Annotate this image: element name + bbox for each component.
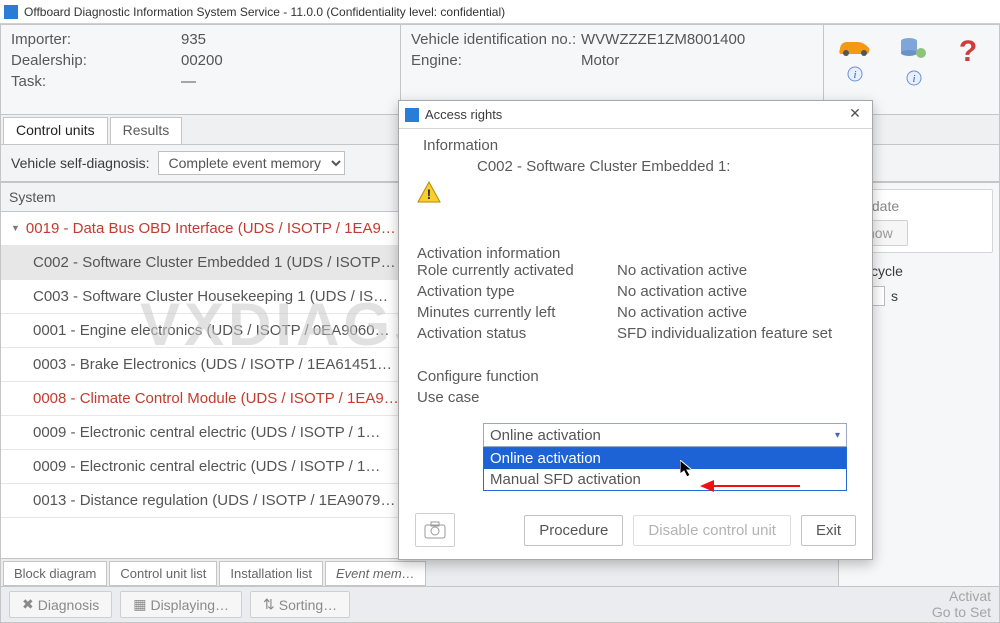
disable-cu-button: Disable control unit (633, 515, 791, 546)
importer-value: 935 (181, 31, 390, 48)
astatus-label: Activation status (417, 325, 617, 342)
information-line: C002 - Software Cluster Embedded 1: (477, 158, 854, 175)
atype-value: No activation active (617, 283, 854, 300)
cycle-label: cycle (871, 263, 903, 279)
cross-icon: ✖ (22, 596, 34, 613)
engine-label: Engine: (411, 52, 581, 69)
role-value: No activation active (617, 262, 854, 279)
sorting-button[interactable]: ⇅ Sorting… (250, 591, 350, 618)
role-label: Role currently activated (417, 262, 617, 279)
car-icon[interactable] (837, 35, 873, 60)
dealership-label: Dealership: (11, 52, 181, 69)
activation-section: Activation information Role currently ac… (399, 215, 872, 350)
displaying-button[interactable]: ▦ Displaying… (120, 591, 242, 618)
database-icon[interactable] (899, 35, 929, 64)
camera-icon (424, 521, 446, 539)
tab-installation-list[interactable]: Installation list (219, 561, 323, 586)
mins-value: No activation active (617, 304, 854, 321)
titlebar: Offboard Diagnostic Information System S… (0, 0, 1000, 24)
diagnosis-button[interactable]: ✖ Diagnosis (9, 591, 112, 618)
cycle-unit: s (891, 288, 898, 304)
red-arrow-annotation (700, 476, 790, 496)
screenshot-button[interactable] (415, 513, 455, 547)
engine-value: Motor (581, 52, 813, 69)
close-icon[interactable]: ✕ (844, 105, 866, 125)
vin-label: Vehicle identification no.: (411, 31, 581, 48)
activation-header: Activation information (417, 245, 854, 262)
svg-text:i: i (913, 73, 916, 85)
help-icon[interactable]: ? (956, 35, 986, 70)
procedure-button[interactable]: Procedure (524, 515, 623, 546)
exit-button[interactable]: Exit (801, 515, 856, 546)
task-value: — (181, 73, 390, 90)
tab-block-diagram[interactable]: Block diagram (3, 561, 107, 586)
task-label: Task: (11, 73, 181, 90)
dialog-info-section: Information C002 - Software Cluster Embe… (399, 129, 872, 215)
footer-bar: ✖ Diagnosis ▦ Displaying… ⇅ Sorting… Act… (1, 586, 999, 622)
self-diagnosis-label: Vehicle self-diagnosis: (11, 155, 150, 171)
svg-text:?: ? (959, 35, 977, 67)
mins-label: Minutes currently left (417, 304, 617, 321)
configure-header: Configure function (417, 368, 854, 385)
access-rights-dialog: Access rights ✕ Information C002 - Softw… (398, 100, 873, 560)
info-icon[interactable]: i (847, 66, 863, 85)
vin-value: WVWZZZE1ZM8001400 (581, 31, 813, 48)
tab-control-units[interactable]: Control units (3, 117, 108, 144)
dialog-app-icon (405, 108, 419, 122)
importer-label: Importer: (11, 31, 181, 48)
usecase-selected: Online activation (490, 427, 601, 444)
tab-event-memory[interactable]: Event mem… (325, 561, 426, 586)
dialog-footer: Procedure Disable control unit Exit (399, 513, 872, 547)
tab-control-unit-list[interactable]: Control unit list (109, 561, 217, 586)
information-label: Information (423, 137, 854, 154)
chevron-down-icon: ▾ (835, 430, 840, 441)
astatus-value: SFD individualization feature set (617, 325, 854, 342)
sort-icon: ⇅ (263, 596, 275, 613)
lower-tab-bar: Block diagram Control unit list Installa… (1, 558, 838, 586)
svg-text:i: i (854, 69, 857, 81)
usecase-input[interactable]: Online activation ▾ (483, 423, 847, 447)
diagnosis-mode-dropdown[interactable]: Complete event memory (158, 151, 345, 175)
configure-section: Configure function Use case (399, 350, 872, 414)
mouse-cursor-icon (680, 460, 694, 478)
dialog-titlebar[interactable]: Access rights ✕ (399, 101, 872, 129)
grid-icon: ▦ (133, 596, 146, 613)
tab-results[interactable]: Results (110, 117, 183, 144)
atype-label: Activation type (417, 283, 617, 300)
app-icon (4, 5, 18, 19)
warning-icon: ! (417, 181, 439, 203)
svg-text:!: ! (427, 186, 432, 202)
info-icon-2[interactable]: i (906, 70, 922, 89)
usecase-label: Use case (417, 389, 480, 406)
dealership-value: 00200 (181, 52, 390, 69)
usecase-option[interactable]: Online activation (484, 448, 846, 469)
activate-windows-hint: Activat Go to Set (932, 589, 991, 620)
titlebar-text: Offboard Diagnostic Information System S… (24, 5, 505, 19)
dialog-title: Access rights (425, 107, 502, 122)
top-left-box: Importer: 935 Dealership: 00200 Task: — (1, 25, 401, 114)
